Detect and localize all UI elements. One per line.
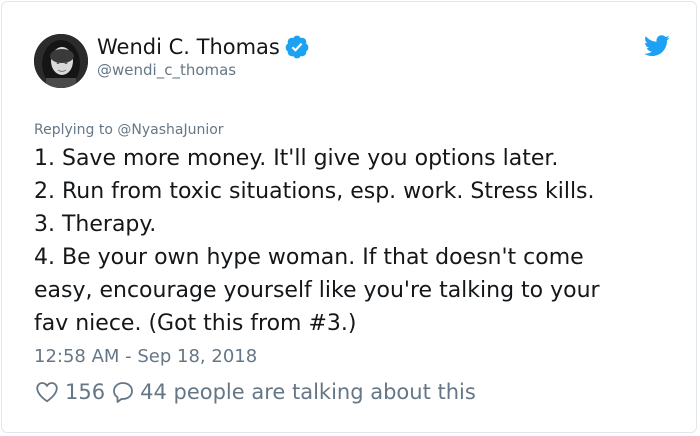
twitter-bird-icon[interactable]: [644, 35, 670, 57]
avatar[interactable]: [34, 34, 88, 88]
tweet-text: 1. Save more money. It'll give you optio…: [34, 142, 674, 340]
tweet-line: fav niece. (Got this from #3.): [34, 311, 357, 336]
verified-badge-icon: [284, 34, 310, 60]
talking-about-text: 44 people are talking about this: [140, 380, 476, 404]
tweet-timestamp[interactable]: 12:58 AM - Sep 18, 2018: [34, 346, 257, 367]
conversation-button[interactable]: 44 people are talking about this: [111, 380, 476, 404]
reply-context[interactable]: Replying to @NyashaJunior: [34, 122, 224, 138]
tweet-line: 1. Save more money. It'll give you optio…: [34, 146, 559, 171]
author-handle[interactable]: @wendi_c_thomas: [97, 61, 236, 79]
author-name-row: Wendi C. Thomas: [97, 34, 310, 60]
tweet-line: easy, encourage yourself like you're tal…: [34, 278, 600, 303]
tweet-card: Wendi C. Thomas @wendi_c_thomas Replying…: [1, 1, 697, 433]
heart-icon: [35, 381, 59, 403]
speech-bubble-icon: [111, 380, 135, 404]
like-button[interactable]: 156: [35, 380, 105, 404]
tweet-line: 3. Therapy.: [34, 212, 157, 237]
like-count: 156: [65, 380, 106, 404]
author-display-name[interactable]: Wendi C. Thomas: [97, 34, 280, 60]
tweet-line: 2. Run from toxic situations, esp. work.…: [34, 179, 595, 204]
tweet-actions: 156 44 people are talking about this: [35, 380, 476, 404]
tweet-line: 4. Be your own hype woman. If that doesn…: [34, 245, 584, 270]
